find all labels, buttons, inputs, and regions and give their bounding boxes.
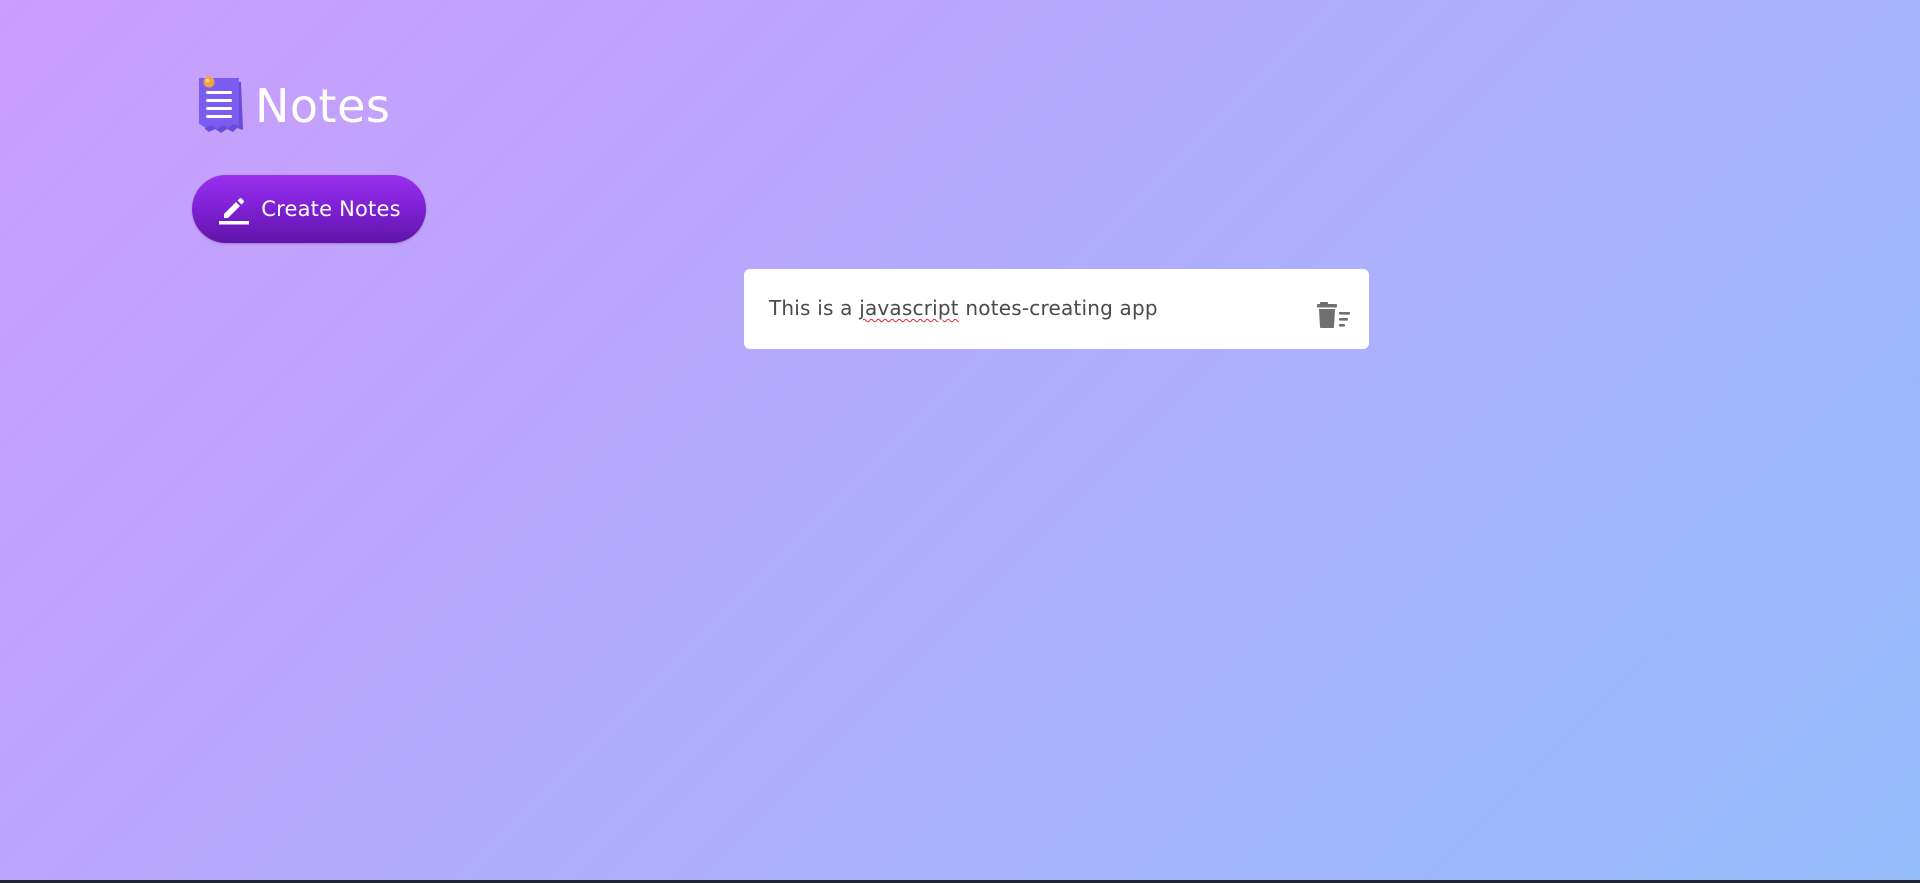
create-notes-label: Create Notes: [261, 197, 401, 221]
note-text-flagged-word: javascript: [859, 296, 959, 320]
note-text[interactable]: This is a javascript notes-creating app: [769, 296, 1158, 320]
delete-note-button[interactable]: [1317, 301, 1351, 329]
note-text-before: This is a: [769, 296, 860, 320]
app-header: Notes: [197, 74, 390, 136]
notepad-icon: [197, 74, 249, 136]
app-title: Notes: [255, 79, 391, 133]
trash-icon: [1317, 302, 1351, 332]
note-text-after: notes-creating app: [958, 296, 1158, 320]
create-notes-button[interactable]: Create Notes: [192, 175, 426, 243]
pencil-icon: [217, 193, 250, 225]
note-card[interactable]: This is a javascript notes-creating app: [744, 269, 1369, 349]
